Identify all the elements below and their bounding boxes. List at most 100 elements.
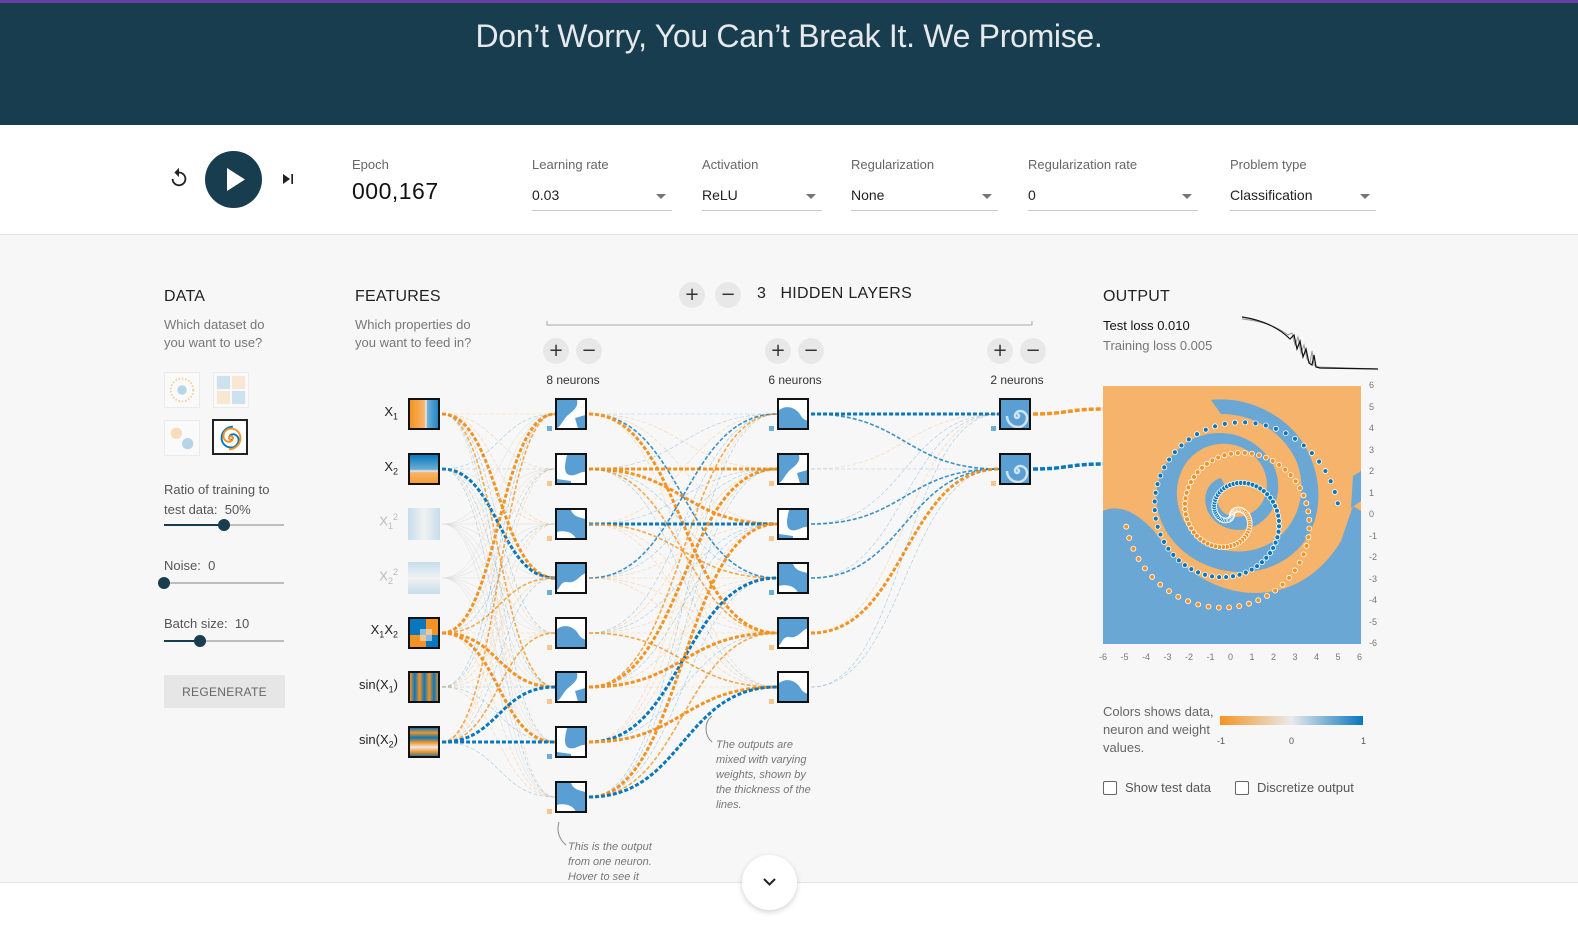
neuron-l1-n1[interactable]	[555, 398, 587, 430]
weight-link[interactable]	[588, 523, 778, 579]
weight-link[interactable]	[441, 467, 556, 580]
weight-link[interactable]	[441, 631, 556, 689]
weight-link[interactable]	[441, 413, 556, 634]
neuron-bias-marker[interactable]	[769, 699, 774, 704]
weight-link[interactable]	[441, 468, 556, 688]
weight-link[interactable]	[588, 468, 778, 634]
neuron-bias-marker[interactable]	[991, 481, 996, 486]
weight-link[interactable]	[810, 413, 1000, 579]
feature-node-x1-squared[interactable]	[408, 508, 440, 540]
neuron-bias-marker[interactable]	[547, 754, 552, 759]
noise-slider-handle[interactable]	[158, 577, 170, 589]
neuron-l2-n3[interactable]	[777, 508, 809, 540]
weight-link[interactable]	[588, 467, 778, 526]
weight-link[interactable]	[441, 631, 556, 744]
batch-size-slider[interactable]	[164, 635, 284, 647]
weight-link[interactable]	[588, 523, 778, 688]
weight-link[interactable]	[810, 413, 1000, 470]
weight-link[interactable]	[588, 413, 778, 743]
noise-slider[interactable]	[158, 577, 284, 589]
neuron-l2-n2[interactable]	[777, 453, 809, 485]
dataset-xor-button[interactable]	[213, 372, 249, 408]
neuron-bias-marker[interactable]	[547, 481, 552, 486]
weight-link[interactable]	[441, 413, 556, 688]
weight-link[interactable]	[441, 468, 556, 743]
weight-link[interactable]	[588, 577, 778, 634]
weight-link[interactable]	[441, 413, 556, 743]
neuron-l2-n5[interactable]	[777, 617, 809, 649]
neuron-bias-marker[interactable]	[769, 645, 774, 650]
weight-link[interactable]	[588, 685, 778, 744]
dataset-circle-button[interactable]	[164, 372, 200, 408]
weight-link[interactable]	[441, 523, 556, 634]
weight-link[interactable]	[441, 686, 556, 743]
neuron-bias-marker[interactable]	[991, 426, 996, 431]
weight-link[interactable]	[441, 412, 556, 580]
weight-link[interactable]	[441, 468, 556, 798]
weight-link[interactable]	[588, 577, 778, 634]
weight-link[interactable]	[588, 577, 778, 688]
step-button[interactable]	[278, 169, 298, 189]
weight-link[interactable]	[588, 468, 778, 634]
weight-link[interactable]	[588, 523, 778, 634]
ratio-slider[interactable]	[164, 519, 284, 531]
neuron-l3-n2[interactable]	[999, 453, 1031, 485]
weight-link[interactable]	[588, 413, 778, 688]
weight-link[interactable]	[588, 523, 778, 688]
neuron-bias-marker[interactable]	[769, 536, 774, 541]
neuron-l1-n7[interactable]	[555, 726, 587, 758]
dataset-gaussian-button[interactable]	[164, 420, 200, 456]
weight-link[interactable]	[588, 468, 778, 525]
weight-link[interactable]	[441, 413, 556, 798]
regularization-rate-select[interactable]: 0	[1028, 181, 1198, 211]
neuron-bias-marker[interactable]	[547, 645, 552, 650]
weight-link[interactable]	[441, 686, 556, 798]
weight-link[interactable]	[588, 413, 778, 525]
weight-link[interactable]	[810, 467, 1000, 635]
dataset-spiral-button[interactable]	[212, 419, 248, 455]
weight-link[interactable]	[588, 631, 778, 689]
feature-node-sin-x1[interactable]	[408, 671, 440, 703]
activation-select[interactable]: ReLU	[702, 181, 822, 211]
weight-link[interactable]	[588, 413, 778, 525]
add-layer-button[interactable]: +	[679, 282, 705, 308]
neuron-bias-marker[interactable]	[547, 536, 552, 541]
neuron-l1-n4[interactable]	[555, 562, 587, 594]
weight-link[interactable]	[441, 523, 556, 688]
weight-link[interactable]	[588, 468, 778, 579]
weight-link[interactable]	[810, 413, 1000, 470]
weight-link[interactable]	[588, 413, 778, 688]
neuron-bias-marker[interactable]	[769, 590, 774, 595]
discretize-output-checkbox[interactable]: Discretize output	[1235, 780, 1354, 795]
weight-link[interactable]	[441, 685, 556, 744]
layer-1-add-neuron-button[interactable]: +	[543, 338, 569, 364]
output-weight-link[interactable]	[1032, 462, 1104, 471]
neuron-bias-marker[interactable]	[547, 699, 552, 704]
weight-link[interactable]	[441, 632, 556, 743]
weight-link[interactable]	[441, 468, 556, 634]
weight-link[interactable]	[441, 468, 556, 743]
weight-link[interactable]	[588, 468, 778, 743]
problem-type-select[interactable]: Classification	[1230, 181, 1376, 211]
weight-link[interactable]	[441, 468, 556, 525]
neuron-l1-n8[interactable]	[555, 781, 587, 813]
weight-link[interactable]	[588, 468, 778, 579]
neuron-l1-n5[interactable]	[555, 617, 587, 649]
weight-link[interactable]	[588, 468, 778, 688]
weight-link[interactable]	[441, 413, 556, 525]
neuron-l1-n2[interactable]	[555, 453, 587, 485]
weight-link[interactable]	[588, 467, 778, 689]
weight-link[interactable]	[588, 632, 778, 743]
weight-link[interactable]	[441, 523, 556, 743]
weight-link[interactable]	[588, 413, 778, 634]
regenerate-button[interactable]: REGENERATE	[164, 675, 285, 708]
weight-link[interactable]	[588, 413, 778, 470]
weight-link[interactable]	[441, 632, 556, 688]
weight-link[interactable]	[441, 468, 556, 634]
regularization-select[interactable]: None	[851, 181, 998, 211]
layer-1-remove-neuron-button[interactable]: −	[576, 338, 602, 364]
weight-link[interactable]	[588, 577, 778, 688]
layer-2-remove-neuron-button[interactable]: −	[798, 338, 824, 364]
weight-link[interactable]	[441, 413, 556, 743]
neuron-l2-n1[interactable]	[777, 398, 809, 430]
